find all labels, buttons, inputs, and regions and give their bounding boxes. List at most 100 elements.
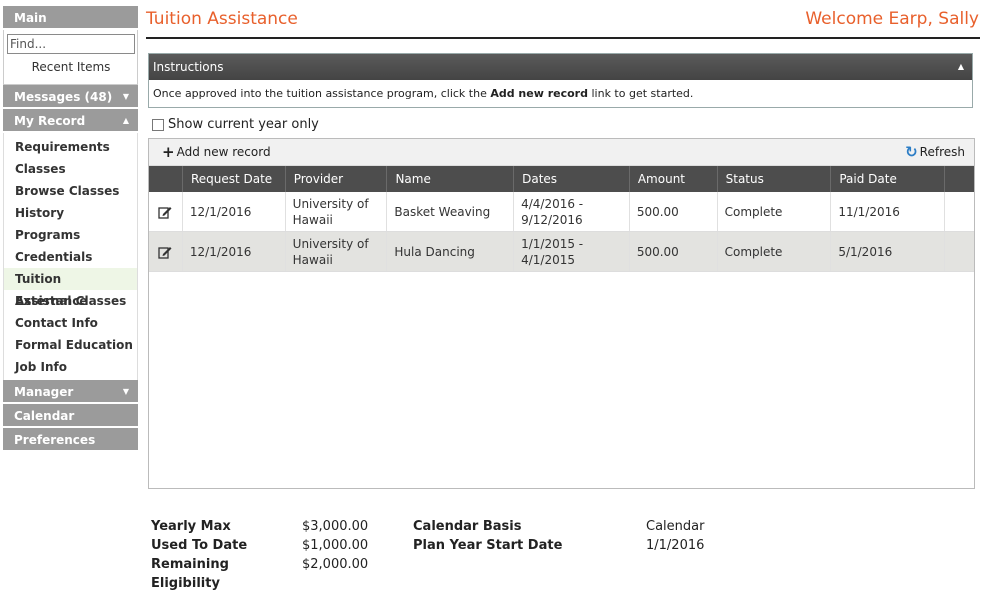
calendar-basis-value: Calendar	[646, 519, 705, 534]
cell-paid-date: 11/1/2016	[830, 192, 944, 231]
show-current-year-row: Show current year only	[152, 117, 319, 132]
sidebar-header-calendar-label: Calendar	[14, 409, 75, 423]
cell-amount: 500.00	[628, 232, 717, 271]
sidebar-header-messages-label: Messages (48)	[14, 90, 113, 104]
tuition-grid: + Add new record ↻ Refresh Request Date …	[148, 138, 975, 489]
show-current-year-label[interactable]: Show current year only	[168, 117, 319, 132]
instructions-text-after: link to get started.	[587, 87, 694, 100]
sidebar-header-preferences-label: Preferences	[14, 433, 96, 447]
sidebar-search-area: Recent Items	[3, 30, 138, 85]
sidebar-header-messages[interactable]: Messages (48) ▼	[3, 85, 138, 109]
instructions-header[interactable]: Instructions ▲	[149, 54, 972, 80]
cell-paid-date: 5/1/2016	[830, 232, 944, 271]
refresh-icon: ↻	[905, 143, 918, 161]
chevron-up-icon: ▲	[122, 116, 129, 125]
column-header-request-date[interactable]: Request Date	[181, 166, 285, 192]
remaining-label-line1: Remaining	[151, 557, 229, 572]
refresh-button[interactable]: ↻ Refresh	[905, 139, 965, 166]
collapse-icon[interactable]: ▲	[958, 54, 964, 80]
sidebar-header-manager-label: Manager	[14, 385, 74, 399]
cell-filler	[944, 192, 974, 231]
column-header-name[interactable]: Name	[386, 166, 513, 192]
yearly-max-label: Yearly Max	[151, 519, 231, 534]
welcome-text: Welcome Earp, Sally	[805, 9, 979, 29]
cell-provider-line2: Hawaii	[292, 212, 333, 227]
yearly-max-value: $3,000.00	[302, 519, 369, 534]
column-header-dates[interactable]: Dates	[513, 166, 629, 192]
used-to-date-label: Used To Date	[151, 538, 248, 553]
cell-dates: 1/1/2015 -4/1/2015	[513, 232, 629, 271]
grid-header-row: Request Date Provider Name Dates Amount …	[149, 166, 974, 192]
edit-icon[interactable]	[149, 192, 182, 231]
column-header-amount[interactable]: Amount	[628, 166, 717, 192]
cell-provider-line1: University of	[292, 236, 369, 251]
sidebar-item-history[interactable]: History	[4, 202, 137, 224]
header-divider	[146, 37, 980, 39]
plus-icon: +	[162, 143, 175, 161]
cell-dates-line2: 9/12/2016	[521, 212, 583, 227]
table-row: 12/1/2016 University of Hawaii Hula Danci…	[149, 232, 974, 272]
cell-status: Complete	[716, 192, 831, 231]
sidebar-header-main-label: Main	[14, 11, 47, 25]
cell-provider: University of Hawaii	[284, 192, 387, 231]
cell-dates-line2: 4/1/2015	[521, 252, 575, 267]
table-row: 12/1/2016 University of Hawaii Basket Wea…	[149, 192, 974, 232]
instructions-panel: Instructions ▲ Once approved into the tu…	[148, 53, 973, 108]
cell-status: Complete	[716, 232, 831, 271]
sidebar-header-my-record-label: My Record	[14, 114, 86, 128]
sidebar-item-classes[interactable]: Classes	[4, 158, 137, 180]
column-header-edit	[149, 166, 182, 192]
sidebar-item-external-classes[interactable]: External Classes	[4, 290, 137, 312]
grid-toolbar: + Add new record ↻ Refresh	[149, 139, 974, 166]
plan-year-start-value: 1/1/2016	[646, 538, 705, 553]
cell-name: Hula Dancing	[386, 232, 513, 271]
column-header-paid-date[interactable]: Paid Date	[830, 166, 944, 192]
sidebar-item-job-info[interactable]: Job Info	[4, 356, 137, 378]
add-new-record-button[interactable]: + Add new record	[162, 139, 271, 166]
sidebar-header-manager[interactable]: Manager ▼	[3, 380, 138, 404]
cell-amount: 500.00	[628, 192, 717, 231]
cell-dates: 4/4/2016 -9/12/2016	[513, 192, 629, 231]
sidebar-item-programs[interactable]: Programs	[4, 224, 137, 246]
instructions-title: Instructions	[153, 60, 224, 74]
sidebar-header-main[interactable]: Main	[3, 6, 138, 30]
cell-provider-line2: Hawaii	[292, 252, 333, 267]
remaining-value: $2,000.00	[302, 557, 369, 572]
cell-provider: University of Hawaii	[284, 232, 387, 271]
cell-name: Basket Weaving	[386, 192, 513, 231]
sidebar-item-credentials[interactable]: Credentials	[4, 246, 137, 268]
sidebar-item-contact-info[interactable]: Contact Info	[4, 312, 137, 334]
sidebar-search-input[interactable]	[7, 34, 135, 54]
sidebar-item-tuition-assistance[interactable]: Tuition Assistance	[4, 268, 137, 308]
cell-request-date: 12/1/2016	[181, 232, 285, 271]
cell-filler	[944, 232, 974, 271]
sidebar-header-preferences[interactable]: Preferences	[3, 428, 138, 452]
chevron-down-icon: ▼	[122, 387, 129, 396]
sidebar: Main Recent Items Messages (48) ▼ My Rec…	[3, 6, 138, 452]
plan-year-start-label: Plan Year Start Date	[413, 538, 563, 553]
used-to-date-value: $1,000.00	[302, 538, 369, 553]
chevron-down-icon: ▼	[122, 92, 129, 101]
column-header-provider[interactable]: Provider	[284, 166, 387, 192]
instructions-text-bold: Add new record	[490, 87, 588, 100]
cell-dates-line1: 4/4/2016 -	[521, 196, 584, 211]
sidebar-item-browse-classes[interactable]: Browse Classes	[4, 180, 137, 202]
page-title: Tuition Assistance	[146, 9, 298, 29]
cell-dates-line1: 1/1/2015 -	[521, 236, 584, 251]
edit-icon[interactable]	[149, 232, 182, 271]
column-header-status[interactable]: Status	[716, 166, 831, 192]
sidebar-item-requirements[interactable]: Requirements	[4, 136, 137, 158]
cell-provider-line1: University of	[292, 196, 369, 211]
recent-items-link[interactable]: Recent Items	[7, 54, 135, 81]
sidebar-item-formal-education[interactable]: Formal Education	[4, 334, 137, 356]
cell-request-date: 12/1/2016	[181, 192, 285, 231]
sidebar-header-my-record[interactable]: My Record ▲	[3, 109, 138, 133]
refresh-label: Refresh	[919, 145, 965, 159]
remaining-label-line2: Eligibility	[151, 576, 220, 591]
calendar-basis-label: Calendar Basis	[413, 519, 522, 534]
show-current-year-checkbox[interactable]	[152, 118, 164, 131]
sidebar-header-calendar[interactable]: Calendar	[3, 404, 138, 428]
instructions-text: Once approved into the tuition assistanc…	[149, 80, 972, 107]
add-new-record-label: Add new record	[176, 145, 271, 159]
column-header-filler	[944, 166, 974, 192]
